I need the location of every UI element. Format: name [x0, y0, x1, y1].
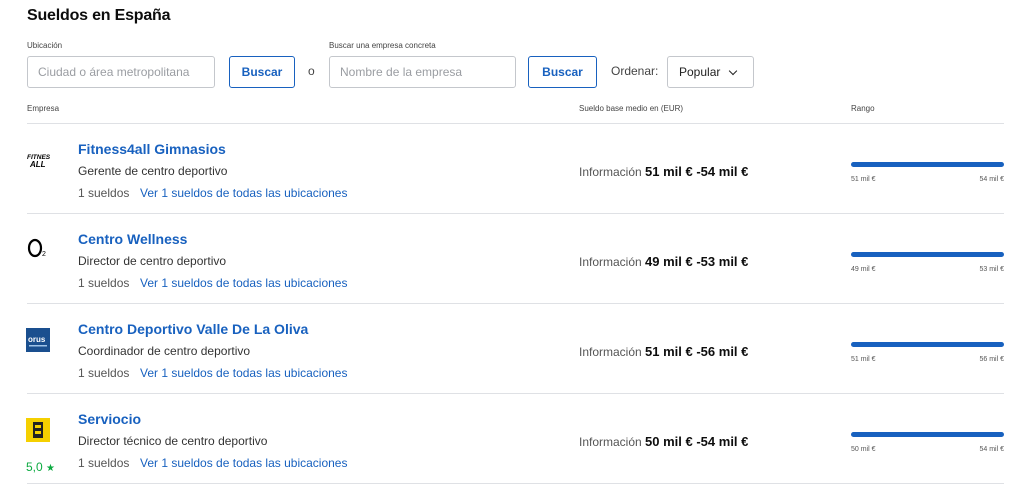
- info-prefix: Información: [579, 165, 642, 179]
- table-row: FITNESSALL Fitness4all Gimnasios Gerente…: [0, 134, 1024, 224]
- salary-info: Información 49 mil € -53 mil €: [579, 254, 748, 269]
- info-prefix: Información: [579, 435, 642, 449]
- divider: [27, 483, 1004, 484]
- info-prefix: Información: [579, 255, 642, 269]
- range-bar: [851, 162, 1004, 167]
- o2-logo: 2: [26, 238, 50, 262]
- company-name[interactable]: Fitness4all Gimnasios: [78, 141, 226, 157]
- range-max: 53 mil €: [979, 266, 1004, 273]
- fitness4all-logo: FITNESSALL: [26, 148, 50, 172]
- salary-count: 1 sueldos: [78, 276, 130, 290]
- info-prefix: Información: [579, 345, 642, 359]
- salary-value: 51 mil € -56 mil €: [645, 344, 749, 359]
- range-bar: [851, 252, 1004, 257]
- range-max: 54 mil €: [979, 176, 1004, 183]
- svg-text:2: 2: [42, 251, 46, 258]
- job-title: Coordinador de centro deportivo: [78, 344, 251, 358]
- all-locations-link[interactable]: Ver 1 sueldos de todas las ubicaciones: [140, 456, 347, 470]
- sort-value: Popular: [679, 65, 721, 79]
- chevron-down-icon: [729, 66, 738, 75]
- company-input[interactable]: Nombre de la empresa: [329, 56, 516, 88]
- page-title: Sueldos en España: [27, 7, 171, 24]
- range-min: 50 mil €: [851, 446, 876, 453]
- header-salary: Sueldo base medio en (EUR): [579, 104, 684, 113]
- all-locations-link[interactable]: Ver 1 sueldos de todas las ubicaciones: [140, 276, 347, 290]
- salary-value: 51 mil € -54 mil €: [645, 164, 749, 179]
- sort-dropdown[interactable]: Popular: [667, 56, 754, 88]
- company-search-button[interactable]: Buscar: [528, 56, 597, 88]
- forus-logo: orus: [26, 328, 50, 352]
- location-input[interactable]: Ciudad o área metropolitana: [27, 56, 215, 88]
- salary-count: 1 sueldos: [78, 186, 130, 200]
- range-bar: [851, 342, 1004, 347]
- divider: [27, 123, 1004, 124]
- header-range: Rango: [851, 104, 875, 113]
- divider: [27, 303, 1004, 304]
- serviocio-logo: [26, 418, 50, 442]
- company-name[interactable]: Centro Deportivo Valle De La Oliva: [78, 321, 308, 337]
- header-company: Empresa: [27, 104, 60, 113]
- job-title: Gerente de centro deportivo: [78, 164, 228, 178]
- table-row: orus Centro Deportivo Valle De La Oliva …: [0, 314, 1024, 404]
- all-locations-link[interactable]: Ver 1 sueldos de todas las ubicaciones: [140, 366, 347, 380]
- company-name[interactable]: Centro Wellness: [78, 231, 187, 247]
- salary-info: Información 51 mil € -54 mil €: [579, 164, 748, 179]
- company-search-label: Buscar una empresa concreta: [329, 41, 436, 50]
- range-min: 51 mil €: [851, 176, 876, 183]
- table-row: 2 Centro Wellness Director de centro dep…: [0, 224, 1024, 314]
- or-text: o: [308, 64, 315, 78]
- salary-info: Información 50 mil € -54 mil €: [579, 434, 748, 449]
- job-title: Director técnico de centro deportivo: [78, 434, 268, 448]
- location-label: Ubicación: [27, 41, 63, 50]
- svg-text:orus: orus: [28, 335, 46, 344]
- star-icon: ★: [46, 463, 55, 474]
- all-locations-link[interactable]: Ver 1 sueldos de todas las ubicaciones: [140, 186, 347, 200]
- table-row: 5,0 ★ Serviocio Director técnico de cent…: [0, 404, 1024, 493]
- rating: 5,0 ★: [26, 460, 55, 474]
- range-max: 56 mil €: [979, 356, 1004, 363]
- salary-info: Información 51 mil € -56 mil €: [579, 344, 748, 359]
- svg-text:ALL: ALL: [29, 160, 46, 169]
- divider: [27, 213, 1004, 214]
- salary-value: 50 mil € -54 mil €: [645, 434, 749, 449]
- range-max: 54 mil €: [979, 446, 1004, 453]
- company-name[interactable]: Serviocio: [78, 411, 141, 427]
- range-min: 51 mil €: [851, 356, 876, 363]
- location-search-button[interactable]: Buscar: [229, 56, 295, 88]
- sort-label: Ordenar:: [611, 64, 659, 78]
- divider: [27, 393, 1004, 394]
- job-title: Director de centro deportivo: [78, 254, 227, 268]
- salary-count: 1 sueldos: [78, 456, 130, 470]
- rating-value: 5,0: [26, 460, 43, 474]
- salary-value: 49 mil € -53 mil €: [645, 254, 749, 269]
- range-bar: [851, 432, 1004, 437]
- salary-count: 1 sueldos: [78, 366, 130, 380]
- range-min: 49 mil €: [851, 266, 876, 273]
